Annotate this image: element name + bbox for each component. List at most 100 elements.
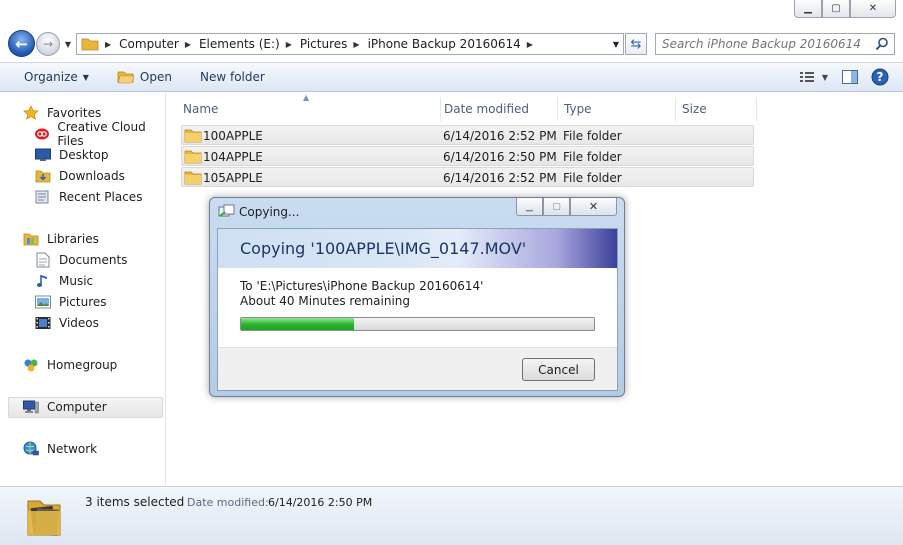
time-remaining: About 40 Minutes remaining bbox=[240, 294, 411, 308]
nav-music[interactable]: Music bbox=[34, 271, 93, 291]
nav-label: Homegroup bbox=[47, 358, 118, 372]
nav-computer[interactable]: Computer bbox=[22, 397, 107, 417]
nav-network[interactable]: Network bbox=[22, 439, 97, 459]
nav-label: Documents bbox=[59, 253, 128, 267]
address-history-dropdown[interactable]: ▼ bbox=[613, 40, 619, 49]
chevron-down-icon: ▼ bbox=[64, 39, 72, 49]
recent-pages-dropdown[interactable]: ▼ bbox=[62, 38, 74, 50]
pictures-icon bbox=[34, 294, 52, 310]
preview-pane-icon bbox=[842, 70, 858, 84]
dialog-window-controls: ▁ ▢ ✕ bbox=[516, 198, 617, 216]
new-folder-label: New folder bbox=[199, 70, 265, 84]
preview-pane-button[interactable] bbox=[839, 67, 861, 87]
dialog-footer: Cancel bbox=[218, 347, 617, 390]
nav-label: Videos bbox=[59, 316, 99, 330]
dialog-minimize-button[interactable]: ▁ bbox=[516, 198, 543, 216]
chevron-right-icon: ▶ bbox=[184, 39, 191, 49]
cancel-button[interactable]: Cancel bbox=[522, 358, 595, 381]
copy-progress-icon bbox=[218, 204, 235, 217]
search-icon[interactable] bbox=[875, 37, 889, 51]
nav-recent-places[interactable]: Recent Places bbox=[34, 187, 142, 207]
file-row[interactable]: 104APPLE 6/14/2016 2:50 PM File folder bbox=[181, 146, 754, 166]
breadcrumb-label: Computer bbox=[119, 37, 179, 51]
toolbar-view-controls: ▼ ? bbox=[789, 67, 891, 87]
breadcrumb-label: Pictures bbox=[299, 37, 348, 51]
navigation-pane: Favorites Creative Cloud Files Desktop D… bbox=[0, 93, 166, 485]
minimize-icon: ▁ bbox=[526, 201, 533, 212]
dialog-banner: Copying '100APPLE\IMG_0147.MOV' bbox=[218, 229, 617, 268]
file-name: 104APPLE bbox=[203, 150, 263, 164]
view-options-dropdown[interactable]: ▼ bbox=[819, 67, 831, 87]
column-label: Type bbox=[564, 102, 592, 116]
window-controls: ▁ ▢ ✕ bbox=[794, 0, 896, 18]
folder-thumbnail-icon bbox=[27, 500, 61, 536]
breadcrumb-label: Elements (E:) bbox=[198, 37, 280, 51]
chevron-right-icon: ▶ bbox=[285, 39, 292, 49]
nav-downloads[interactable]: Downloads bbox=[34, 166, 125, 186]
column-header-type[interactable]: Type bbox=[558, 97, 676, 121]
refresh-button[interactable]: ⇆ bbox=[625, 33, 647, 55]
breadcrumb-pictures[interactable]: Pictures ▶ bbox=[300, 37, 368, 51]
date-modified-value: 6/14/2016 2:50 PM bbox=[268, 496, 373, 509]
nav-documents[interactable]: Documents bbox=[34, 250, 127, 270]
address-bar[interactable]: ▶ Computer ▶ Elements (E:) ▶ Pictures ▶ iPh… bbox=[76, 33, 624, 55]
open-folder-icon bbox=[117, 71, 135, 84]
file-name: 105APPLE bbox=[203, 171, 263, 185]
file-row[interactable]: 105APPLE 6/14/2016 2:52 PM File folder bbox=[181, 167, 754, 187]
chevron-right-icon: ▶ bbox=[353, 39, 360, 49]
maximize-button[interactable]: ▢ bbox=[822, 0, 850, 18]
column-header-date-modified[interactable]: Date modified bbox=[438, 97, 558, 121]
selection-count: 3 items selected bbox=[85, 495, 185, 509]
search-box[interactable] bbox=[655, 33, 895, 55]
nav-libraries[interactable]: Libraries bbox=[22, 229, 99, 249]
videos-icon bbox=[34, 315, 52, 331]
help-button[interactable]: ? bbox=[869, 67, 891, 87]
close-button[interactable]: ✕ bbox=[850, 0, 896, 18]
chevron-down-icon: ▼ bbox=[821, 72, 829, 82]
recent-places-icon bbox=[34, 189, 52, 205]
nav-desktop[interactable]: Desktop bbox=[34, 145, 109, 165]
breadcrumb-label: iPhone Backup 20160614 bbox=[367, 37, 521, 51]
open-button[interactable]: Open bbox=[111, 66, 178, 88]
homegroup-icon bbox=[22, 357, 40, 373]
details-pane: 3 items selected Date modified: 6/14/201… bbox=[0, 486, 903, 545]
new-folder-button[interactable]: New folder bbox=[194, 66, 271, 88]
breadcrumb-elements-drive[interactable]: Elements (E:) ▶ bbox=[199, 37, 300, 51]
dialog-heading: Copying '100APPLE\IMG_0147.MOV' bbox=[240, 239, 527, 258]
nav-videos[interactable]: Videos bbox=[34, 313, 99, 333]
file-row[interactable]: 100APPLE 6/14/2016 2:52 PM File folder bbox=[181, 125, 754, 145]
minimize-button[interactable]: ▁ bbox=[794, 0, 822, 18]
nav-homegroup[interactable]: Homegroup bbox=[22, 355, 117, 375]
nav-label: Desktop bbox=[59, 148, 109, 162]
nav-creative-cloud-files[interactable]: Creative Cloud Files bbox=[34, 120, 165, 148]
maximize-icon: ▢ bbox=[831, 3, 841, 14]
change-view-button[interactable] bbox=[797, 67, 819, 87]
breadcrumb-root[interactable]: ▶ bbox=[99, 40, 119, 49]
file-name: 100APPLE bbox=[203, 129, 263, 143]
dialog-close-button[interactable]: ✕ bbox=[570, 198, 617, 216]
column-label: Date modified bbox=[444, 102, 530, 116]
close-icon: ✕ bbox=[588, 200, 599, 213]
folder-icon bbox=[184, 150, 202, 164]
file-date-modified: 6/14/2016 2:52 PM bbox=[443, 171, 557, 185]
organize-button[interactable]: Organize ▼ bbox=[18, 66, 95, 88]
nav-label: Libraries bbox=[47, 232, 99, 246]
copy-progress-bar bbox=[240, 317, 595, 331]
nav-label: Music bbox=[59, 274, 94, 288]
breadcrumb-computer[interactable]: Computer ▶ bbox=[119, 37, 199, 51]
minimize-icon: ▁ bbox=[804, 3, 812, 14]
desktop-icon bbox=[34, 147, 52, 163]
back-button[interactable]: ← bbox=[8, 30, 35, 57]
help-icon: ? bbox=[871, 68, 889, 86]
search-input[interactable] bbox=[656, 34, 866, 54]
column-header-name[interactable]: Name bbox=[177, 97, 441, 121]
column-label: Name bbox=[183, 102, 219, 116]
nav-pictures[interactable]: Pictures bbox=[34, 292, 107, 312]
breadcrumb-iphone-backup[interactable]: iPhone Backup 20160614 ▶ bbox=[368, 37, 541, 51]
nav-label: Computer bbox=[47, 400, 107, 414]
maximize-icon: ▢ bbox=[552, 201, 561, 212]
forward-button[interactable]: → bbox=[36, 32, 60, 56]
documents-icon bbox=[34, 252, 52, 268]
copying-dialog: Copying... ▁ ▢ ✕ Copying '100APPLE\IMG_0… bbox=[209, 197, 625, 397]
column-header-size[interactable]: Size bbox=[676, 97, 757, 121]
